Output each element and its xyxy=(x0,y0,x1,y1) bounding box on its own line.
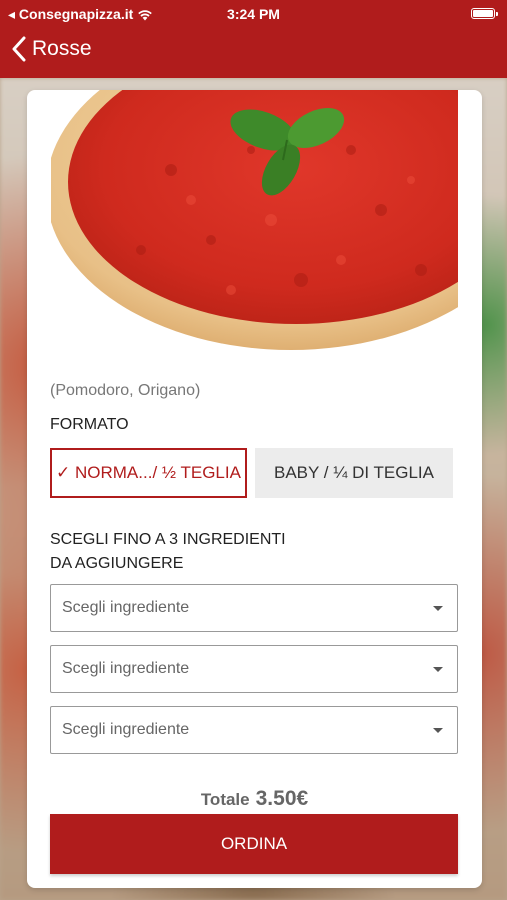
order-button[interactable]: ORDINA xyxy=(50,814,458,874)
format-title: FORMATO xyxy=(50,416,129,433)
nav-bar: Rosse xyxy=(0,28,507,78)
ingredient-select-placeholder: Scegli ingrediente xyxy=(62,660,190,677)
ingredient-select-1[interactable]: Scegli ingrediente xyxy=(50,584,458,632)
battery-icon xyxy=(471,8,498,19)
pizza-image xyxy=(46,90,482,362)
caret-down-icon xyxy=(433,728,443,733)
status-bar: ◂ Consegnapizza.it 3:24 PM xyxy=(0,0,507,28)
ingredients-choice-title-line1: SCEGLI FINO A 3 INGREDIENTI xyxy=(50,531,286,548)
chevron-left-icon xyxy=(12,36,26,62)
ingredient-select-2[interactable]: Scegli ingrediente xyxy=(50,645,458,693)
ingredients-choice-title-line2: DA AGGIUNGERE xyxy=(50,555,184,572)
ingredient-select-3[interactable]: Scegli ingrediente xyxy=(50,706,458,754)
total-value: 3.50€ xyxy=(255,787,309,810)
ingredient-select-placeholder: Scegli ingrediente xyxy=(62,599,190,616)
ingredients-description: (Pomodoro, Origano) xyxy=(50,382,201,399)
size-option-normal[interactable]: ✓ NORMA.../ ½ TEGLIA xyxy=(50,448,247,498)
ingredient-select-placeholder: Scegli ingrediente xyxy=(62,721,190,738)
size-option-baby[interactable]: BABY / ¼ DI TEGLIA xyxy=(255,448,453,498)
caret-down-icon xyxy=(433,667,443,672)
total-price: Totale 3.50€ xyxy=(27,787,482,811)
status-time: 3:24 PM xyxy=(227,6,280,22)
product-card: (Pomodoro, Origano) FORMATO ✓ NORMA.../ … xyxy=(27,90,482,888)
total-label: Totale xyxy=(200,790,250,809)
caret-down-icon xyxy=(433,606,443,611)
back-button-label: Rosse xyxy=(32,37,92,60)
back-button[interactable]: Rosse xyxy=(12,36,92,62)
ingredients-choice-title: SCEGLI FINO A 3 INGREDIENTI DA AGGIUNGER… xyxy=(50,528,286,576)
